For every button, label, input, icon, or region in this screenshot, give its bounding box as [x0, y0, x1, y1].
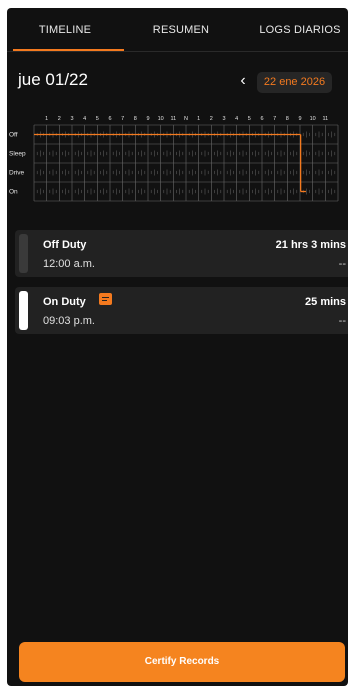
hour-tick-label: 8 — [286, 116, 289, 122]
hour-tick-label: 2 — [58, 116, 61, 122]
hour-tick-label: 1 — [197, 116, 200, 122]
hour-tick-label: 10 — [310, 116, 316, 122]
duty-chart-svg: 1 2 3 4 5 6 7 8 9 10 11 N 1 2 3 4 5 6 7 8 9 10 11 Off Sleep Drive… — [9, 116, 339, 202]
tab-divider — [7, 51, 348, 52]
hour-tick-label: 4 — [235, 116, 238, 122]
status-row-label: Sleep — [9, 151, 26, 158]
hour-tick-label: 1 — [45, 116, 48, 122]
duty-status-chart: 1 2 3 4 5 6 7 8 9 10 11 N 1 2 3 4 5 6 7 8 9 10 11 Off Sleep Drive… — [7, 108, 348, 228]
hour-tick-label: 6 — [108, 116, 111, 122]
hour-tick-label: 4 — [83, 116, 86, 122]
status-bar — [19, 234, 28, 273]
hour-tick-label: 5 — [96, 116, 99, 122]
record-time: 09:03 p.m. — [43, 315, 95, 327]
hour-tick-label: 7 — [121, 116, 124, 122]
hour-tick-label: 6 — [260, 116, 263, 122]
app-frame: TIMELINE RESUMEN LOGS DIARIOS jue 01/22 … — [7, 8, 348, 686]
tab-bar: TIMELINE RESUMEN LOGS DIARIOS — [7, 8, 348, 52]
hour-tick-label: 8 — [134, 116, 137, 122]
certify-records-button[interactable]: Certify Records — [19, 642, 345, 682]
hour-tick-label: N — [184, 116, 188, 122]
record-duration: 21 hrs 3 mins — [275, 239, 346, 251]
chevron-left-icon[interactable]: ‹ — [235, 72, 251, 90]
hour-tick-label: 9 — [146, 116, 149, 122]
record-status: On Duty — [43, 296, 86, 308]
record-extra: -- — [338, 315, 346, 327]
hour-tick-label: 9 — [298, 116, 301, 122]
hour-tick-label: 3 — [222, 116, 225, 122]
status-row-label: Off — [9, 132, 18, 139]
hour-tick-label: 5 — [248, 116, 251, 122]
hour-tick-label: 11 — [170, 116, 176, 122]
hour-tick-label: 10 — [158, 116, 164, 122]
hour-tick-label: 11 — [322, 116, 328, 122]
record-status: Off Duty — [43, 239, 87, 251]
record-card-off-duty[interactable]: Off Duty 12:00 a.m. 21 hrs 3 mins -- — [15, 230, 348, 277]
status-row-label: Drive — [9, 170, 25, 177]
date-selector[interactable]: 22 ene 2026 — [257, 72, 332, 93]
hour-tick-label: 3 — [70, 116, 73, 122]
tab-resumen[interactable]: RESUMEN — [141, 24, 221, 36]
status-bar — [19, 291, 28, 330]
hour-tick-label: 7 — [273, 116, 276, 122]
record-extra: -- — [338, 258, 346, 270]
record-duration: 25 mins — [305, 296, 346, 308]
tab-timeline[interactable]: TIMELINE — [27, 24, 103, 36]
hour-tick-label: 2 — [210, 116, 213, 122]
tab-logs-diarios[interactable]: LOGS DIARIOS — [255, 24, 345, 36]
record-card-on-duty[interactable]: On Duty 09:03 p.m. 25 mins -- — [15, 287, 348, 334]
day-label: jue 01/22 — [18, 70, 88, 89]
record-time: 12:00 a.m. — [43, 258, 95, 270]
note-icon[interactable] — [99, 293, 112, 305]
status-row-label: On — [9, 189, 18, 196]
